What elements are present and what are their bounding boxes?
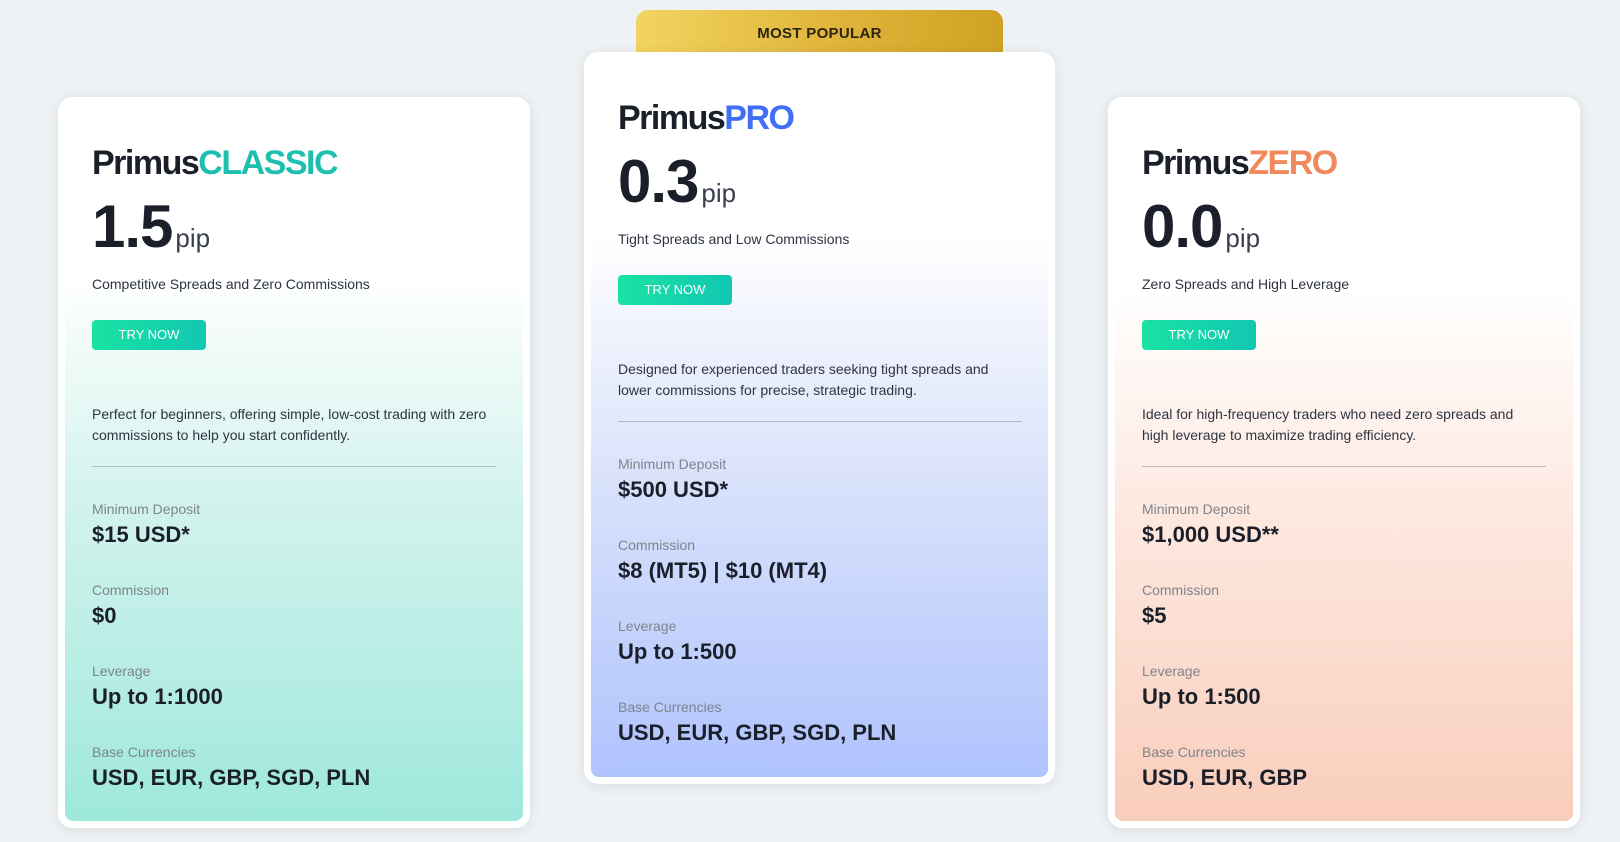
feature-label-leverage: Leverage [92, 663, 151, 679]
try-now-button[interactable]: TRY NOW [1142, 320, 1256, 350]
feature-label-base-currencies: Base Currencies [618, 699, 722, 715]
spread-value: 0.0 pip [1142, 192, 1260, 261]
plan-name: PrimusCLASSIC [92, 144, 338, 183]
plan-name-accent: CLASSIC [198, 144, 338, 182]
plan-name-accent: ZERO [1248, 144, 1338, 182]
feature-value-commission: $0 [92, 603, 117, 628]
most-popular-label: MOST POPULAR [757, 25, 882, 42]
plan-card-classic: PrimusCLASSIC 1.5 pip Competitive Spreads… [58, 97, 530, 828]
feature-value-min-deposit: $15 USD* [92, 522, 190, 547]
plan-name: PrimusPRO [618, 99, 795, 138]
plan-description: Perfect for beginners, offering simple, … [92, 406, 487, 443]
plan-name-base: Primus [618, 99, 726, 137]
feature-label-base-currencies: Base Currencies [1142, 744, 1246, 760]
divider [1142, 466, 1546, 467]
plan-card-classic-body: PrimusCLASSIC 1.5 pip Competitive Spreads… [65, 104, 523, 821]
plan-name-base: Primus [1142, 144, 1250, 182]
feature-label-min-deposit: Minimum Deposit [1142, 501, 1251, 517]
spread-number: 1.5 [92, 193, 173, 260]
feature-label-base-currencies: Base Currencies [92, 744, 196, 760]
spread-number: 0.3 [618, 148, 699, 215]
plan-card-zero: PrimusZERO 0.0 pip Zero Spreads and High … [1108, 97, 1580, 828]
spread-unit: pip [1225, 223, 1261, 253]
feature-value-leverage: Up to 1:500 [1142, 684, 1261, 709]
spread-number: 0.0 [1142, 193, 1223, 260]
spread-value: 0.3 pip [618, 147, 736, 216]
plan-name: PrimusZERO [1142, 144, 1338, 183]
feature-value-base-currencies: USD, EUR, GBP [1142, 765, 1308, 790]
feature-label-commission: Commission [1142, 582, 1220, 598]
feature-label-min-deposit: Minimum Deposit [618, 456, 727, 472]
feature-value-base-currencies: USD, EUR, GBP, SGD, PLN [618, 720, 897, 745]
plan-card-pro-body: PrimusPRO 0.3 pip Tight Spreads and Low C… [591, 59, 1048, 777]
spread-unit: pip [701, 178, 737, 208]
plan-name-base: Primus [92, 144, 200, 182]
try-now-button[interactable]: TRY NOW [92, 320, 206, 350]
feature-value-leverage: Up to 1:1000 [92, 684, 223, 709]
plan-card-pro: PrimusPRO 0.3 pip Tight Spreads and Low C… [584, 52, 1055, 784]
feature-label-commission: Commission [92, 582, 170, 598]
plan-description: Designed for experienced traders seeking… [618, 361, 989, 398]
plan-description: Ideal for high-frequency traders who nee… [1142, 406, 1514, 443]
feature-value-commission: $8 (MT5) | $10 (MT4) [618, 558, 828, 583]
try-now-button[interactable]: TRY NOW [618, 275, 732, 305]
feature-label-commission: Commission [618, 537, 696, 553]
plan-card-zero-body: PrimusZERO 0.0 pip Zero Spreads and High … [1115, 104, 1573, 821]
feature-value-min-deposit: $500 USD* [618, 477, 729, 502]
feature-label-leverage: Leverage [618, 618, 677, 634]
feature-value-leverage: Up to 1:500 [618, 639, 737, 664]
feature-value-commission: $5 [1142, 603, 1167, 628]
feature-label-leverage: Leverage [1142, 663, 1201, 679]
plan-tagline: Zero Spreads and High Leverage [1142, 276, 1350, 292]
feature-value-min-deposit: $1,000 USD** [1142, 522, 1279, 547]
plan-name-accent: PRO [724, 99, 795, 137]
plan-tagline: Competitive Spreads and Zero Commissions [92, 276, 370, 292]
spread-value: 1.5 pip [92, 192, 210, 261]
feature-label-min-deposit: Minimum Deposit [92, 501, 201, 517]
divider [618, 421, 1022, 422]
spread-unit: pip [175, 223, 211, 253]
plan-tagline: Tight Spreads and Low Commissions [618, 231, 850, 247]
feature-value-base-currencies: USD, EUR, GBP, SGD, PLN [92, 765, 371, 790]
divider [92, 466, 496, 467]
